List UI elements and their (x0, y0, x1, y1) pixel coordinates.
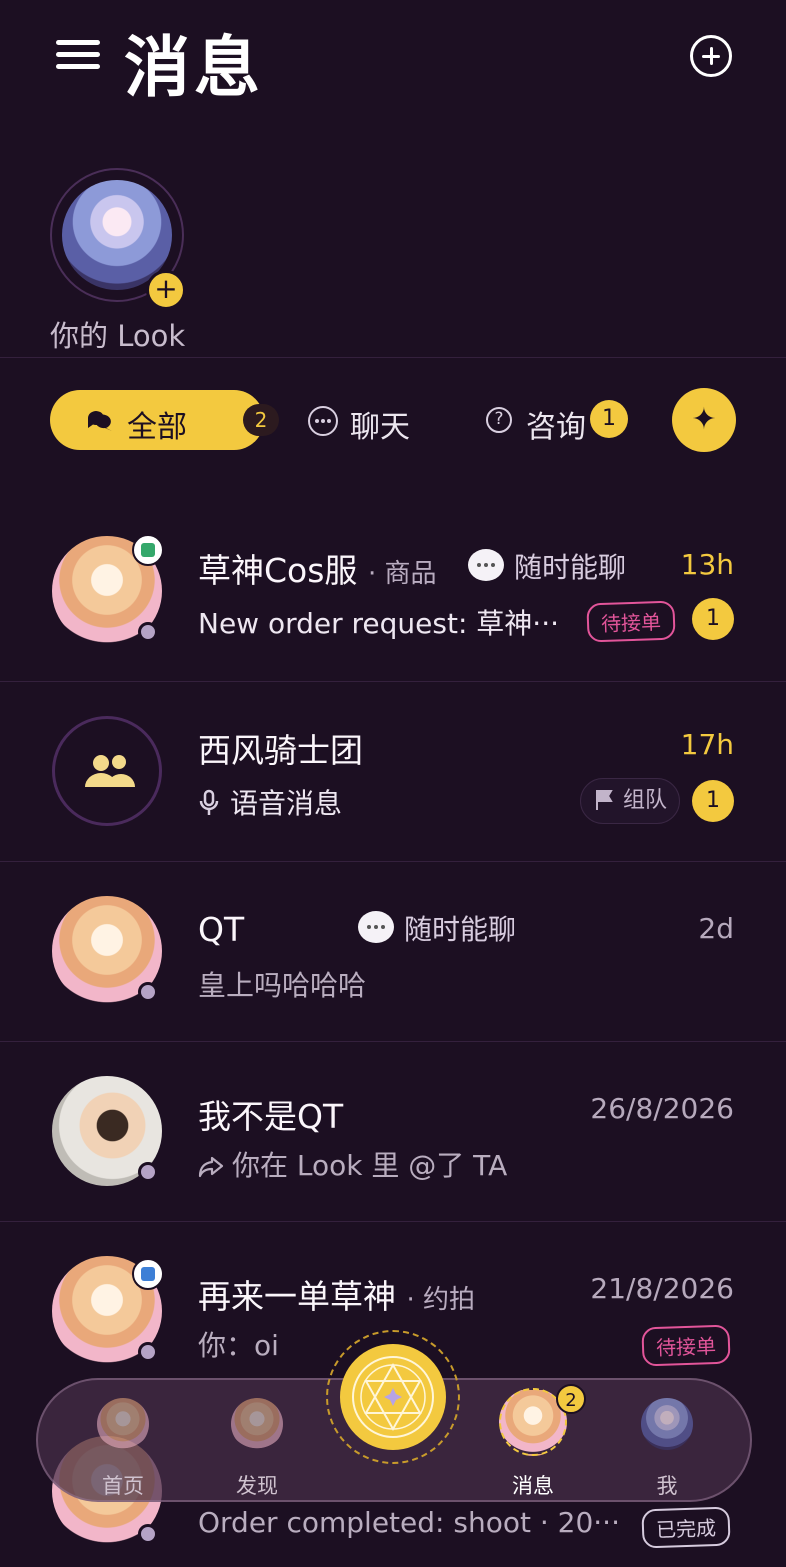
conversation-preview: 你：oi (198, 1329, 279, 1362)
chat-bubbles-icon (88, 411, 112, 431)
conversation-row[interactable]: 我不是QT 26/8/2026 你在 Look 里 @了 TA (0, 1042, 786, 1222)
conversation-preview: 皇上吗哈哈哈 (198, 969, 367, 1002)
status-dot (138, 1162, 158, 1182)
shop-badge-icon (132, 534, 164, 566)
people-icon (85, 755, 135, 787)
conversation-preview: New order request: 草神··· (198, 607, 560, 640)
conversation-time: 26/8/2026 (590, 1092, 734, 1125)
discover-cat-icon (231, 1398, 283, 1450)
conversation-subtitle: · 约拍 (406, 1285, 476, 1315)
conversation-subtitle: · 商品 (367, 559, 437, 589)
question-icon: ? (486, 407, 512, 433)
conversation-row[interactable]: QT 随时能聊 2d 皇上吗哈哈哈 (0, 862, 786, 1042)
conversation-preview: 你在 Look 里 @了 TA (198, 1144, 507, 1184)
menu-icon[interactable] (56, 40, 100, 74)
conversation-time: 21/8/2026 (590, 1272, 734, 1305)
me-avatar-icon (641, 1398, 693, 1450)
tab-me-label: 我 (656, 1474, 678, 1498)
look-label: 你的 Look (50, 319, 186, 353)
status-dot (138, 1524, 158, 1544)
team-tag-label: 组队 (623, 788, 668, 813)
conversation-row[interactable]: 西风骑士团 17h 语音消息 组队 1 (0, 682, 786, 862)
tab-messages-label: 消息 (512, 1474, 554, 1498)
tab-discover[interactable]: 发现 (202, 1380, 312, 1504)
status-tag: 已完成 (641, 1506, 731, 1549)
chat-icon (308, 406, 338, 436)
status-tag: 待接单 (586, 600, 676, 643)
share-arrow-icon (198, 1156, 224, 1178)
filter-chat-label: 聊天 (350, 410, 410, 445)
conversation-title: 草神Cos服 (198, 551, 358, 590)
mention-label: 你在 Look 里 @了 TA (232, 1149, 508, 1182)
conversation-name: 西风骑士团 (198, 731, 363, 770)
conversation-time: 13h (680, 548, 734, 581)
speech-bubble-icon (358, 911, 394, 943)
conversation-name: 草神Cos服 · 商品 (198, 544, 436, 592)
unread-count: 1 (692, 780, 734, 822)
team-tag: 组队 (580, 778, 680, 824)
filter-all-count: 2 (243, 404, 279, 436)
filter-consult-label: 咨询 (526, 410, 586, 445)
status-dot (138, 982, 158, 1002)
filter-bar: 全部 2 聊天 ? 咨询 1 ✦ (0, 388, 786, 452)
chat-status: 随时能聊 (468, 546, 626, 586)
page-title: 消息 (124, 29, 264, 106)
tab-home-label: 首页 (102, 1474, 144, 1498)
filter-all-chip[interactable]: 全部 2 (50, 390, 279, 450)
header: 消息 (0, 0, 786, 120)
status-dot (138, 622, 158, 642)
unread-count: 1 (692, 598, 734, 640)
chat-status-label: 随时能聊 (404, 913, 517, 946)
tab-home[interactable]: 首页 (68, 1380, 178, 1504)
your-look[interactable]: + 你的 Look (50, 168, 190, 353)
tab-discover-label: 发现 (236, 1474, 278, 1498)
microphone-icon (199, 789, 219, 815)
status-dot (138, 1342, 158, 1362)
conversation-name: 再来一单草神 · 约拍 (198, 1270, 475, 1318)
divider (0, 357, 786, 358)
conversation-name: 我不是QT (198, 1097, 344, 1136)
voice-message-label: 语音消息 (230, 787, 343, 820)
home-cat-icon (97, 1398, 149, 1450)
add-icon[interactable] (690, 35, 732, 77)
tab-messages[interactable]: 2 消息 (478, 1380, 588, 1504)
filter-consult-count: 1 (590, 400, 628, 438)
conversation-preview: Order completed: shoot · 20··· (198, 1506, 620, 1539)
chat-status: 随时能聊 (358, 908, 516, 948)
magic-circle-icon (340, 1344, 446, 1450)
speech-bubble-icon (468, 549, 504, 581)
conversation-name: QT (198, 910, 245, 949)
look-add-button[interactable]: + (146, 270, 186, 310)
tab-me[interactable]: 我 (612, 1380, 722, 1504)
shop-badge-icon (132, 1258, 164, 1290)
status-tag: 待接单 (641, 1324, 731, 1367)
chat-status-label: 随时能聊 (514, 551, 627, 584)
sparkle-button[interactable]: ✦ (672, 388, 736, 452)
group-avatar[interactable] (52, 716, 162, 826)
center-action-button[interactable] (326, 1330, 460, 1464)
conversation-title: 再来一单草神 (198, 1277, 396, 1316)
conversation-time: 17h (680, 728, 734, 761)
tab-messages-badge: 2 (556, 1384, 586, 1414)
filter-all-label: 全部 (127, 410, 187, 445)
conversation-preview: 语音消息 (198, 782, 342, 822)
conversation-row[interactable]: 草神Cos服 · 商品 随时能聊 13h New order request: … (0, 502, 786, 682)
flag-icon (596, 790, 613, 810)
conversation-time: 2d (698, 912, 734, 945)
